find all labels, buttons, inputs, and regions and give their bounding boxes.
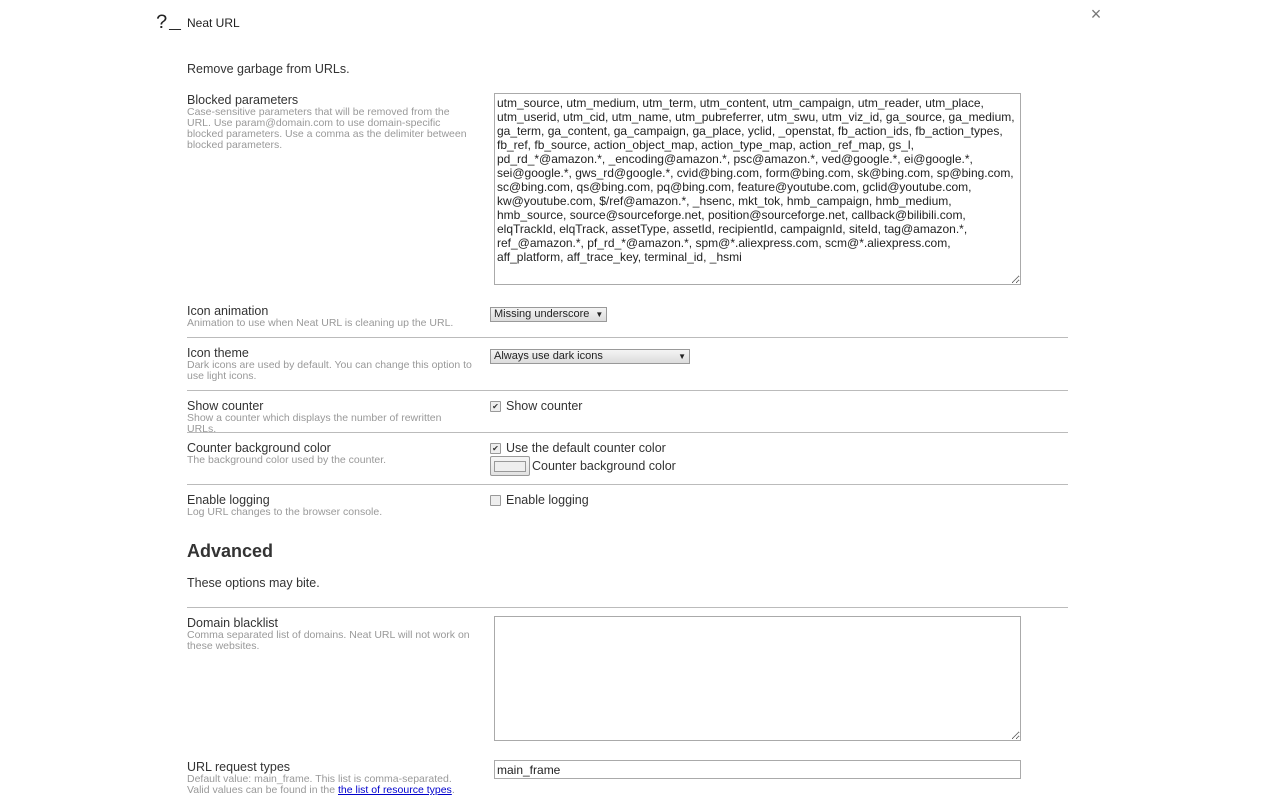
divider xyxy=(187,607,1068,608)
default-counter-color-label: Use the default counter color xyxy=(506,441,666,455)
blocked-parameters-label: Blocked parameters xyxy=(187,93,299,107)
advanced-description: These options may bite. xyxy=(187,576,320,590)
icon-animation-label: Icon animation xyxy=(187,304,269,318)
divider xyxy=(187,484,1068,485)
request-types-description-suffix: . xyxy=(451,784,455,796)
counter-color-picker[interactable] xyxy=(490,456,530,476)
enable-logging-checkbox-label: Enable logging xyxy=(506,493,589,507)
intro-text: Remove garbage from URLs. xyxy=(187,62,350,76)
divider xyxy=(187,337,1068,338)
icon-animation-description: Animation to use when Neat URL is cleani… xyxy=(187,317,454,329)
neat-url-logo-icon: ?_ xyxy=(156,11,183,35)
checkbox-checked-icon: ✔ xyxy=(490,400,501,412)
logging-label: Enable logging xyxy=(187,493,270,507)
dropdown-arrow-icon: ▼ xyxy=(595,309,604,319)
header: ?_ Neat URL xyxy=(156,10,240,36)
icon-theme-selected: Always use dark icons xyxy=(494,350,603,362)
resource-types-link[interactable]: the list of resource types xyxy=(338,784,452,796)
domain-blacklist-textarea[interactable] xyxy=(494,616,1021,741)
icon-theme-select[interactable]: Always use dark icons ▼ xyxy=(490,348,690,364)
page-title: Neat URL xyxy=(187,16,240,30)
request-types-description: Default value: main_frame. This list is … xyxy=(187,774,472,796)
show-counter-label: Show counter xyxy=(187,399,264,413)
icon-animation-selected: Missing underscore xyxy=(494,308,590,320)
counter-color-label: Counter background color xyxy=(532,459,676,473)
dropdown-arrow-icon: ▼ xyxy=(678,351,686,361)
advanced-heading: Advanced xyxy=(187,541,274,561)
icon-theme-label: Icon theme xyxy=(187,346,249,360)
counter-bg-description: The background color used by the counter… xyxy=(187,454,387,466)
icon-theme-description: Dark icons are used by default. You can … xyxy=(187,359,472,382)
domain-blacklist-description: Comma separated list of domains. Neat UR… xyxy=(187,629,470,652)
blocked-parameters-textarea[interactable]: utm_source, utm_medium, utm_term, utm_co… xyxy=(494,93,1021,285)
close-icon[interactable]: × xyxy=(1088,5,1104,23)
divider xyxy=(187,390,1068,391)
request-types-label: URL request types xyxy=(187,760,291,774)
blocked-parameters-description: Case-sensitive parameters that will be r… xyxy=(187,106,467,151)
color-swatch xyxy=(494,460,526,472)
domain-blacklist-label: Domain blacklist xyxy=(187,616,279,630)
counter-bg-label: Counter background color xyxy=(187,441,331,455)
checkbox-unchecked-icon xyxy=(490,494,501,506)
show-counter-checkbox[interactable]: ✔ Show counter xyxy=(490,399,582,413)
logging-description: Log URL changes to the browser console. xyxy=(187,506,383,518)
show-counter-checkbox-label: Show counter xyxy=(506,399,583,413)
request-types-input[interactable] xyxy=(494,760,1021,779)
enable-logging-checkbox[interactable]: Enable logging xyxy=(490,493,589,507)
checkbox-checked-icon: ✔ xyxy=(490,442,501,454)
default-counter-color-checkbox[interactable]: ✔ Use the default counter color xyxy=(490,441,676,455)
divider xyxy=(187,432,1068,433)
icon-animation-select[interactable]: Missing underscore ▼ xyxy=(490,306,608,322)
